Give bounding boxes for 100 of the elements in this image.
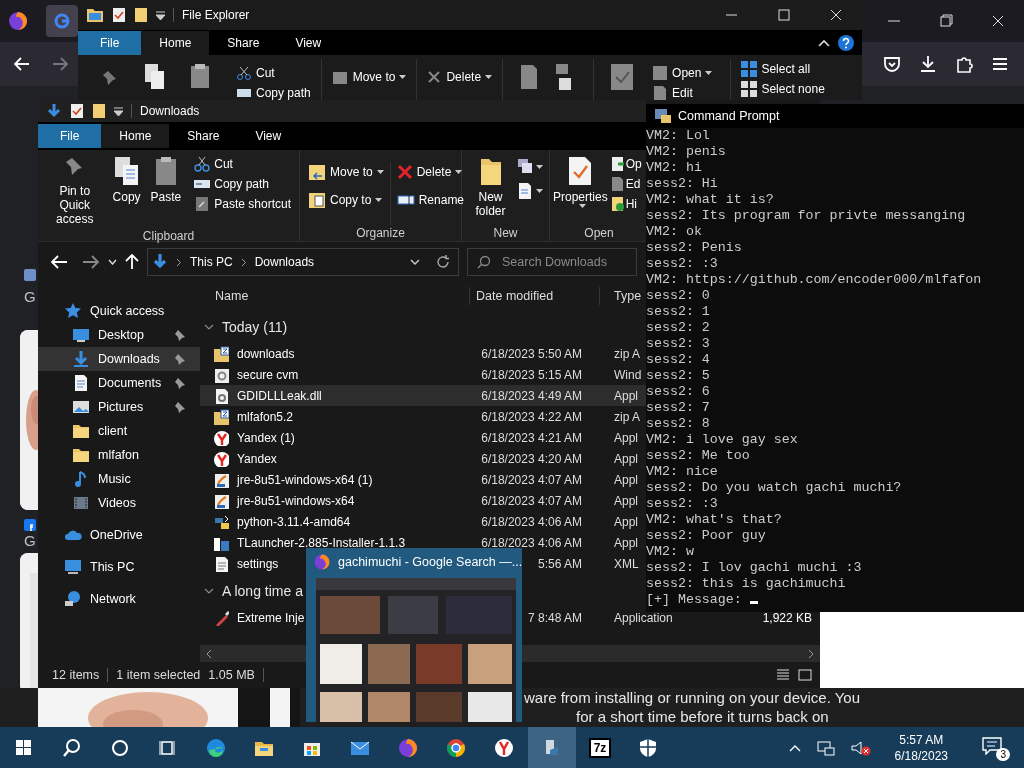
customize-icon[interactable] <box>156 10 165 20</box>
paste-icon[interactable] <box>190 63 210 89</box>
column-header[interactable]: Name <box>200 286 470 306</box>
nav-item[interactable]: Network <box>38 587 200 611</box>
ribbon-tab[interactable]: View <box>237 124 300 148</box>
ribbon-tab[interactable]: Share <box>169 124 238 148</box>
nav-item[interactable]: Documents <box>38 371 200 395</box>
select-all-button[interactable]: Select all <box>739 59 827 79</box>
easy-access-icon[interactable] <box>517 182 543 200</box>
column-header[interactable]: Type <box>600 286 646 306</box>
clock[interactable]: 5:57 AM 6/18/2023 <box>894 731 948 764</box>
nav-item[interactable]: Music <box>38 467 200 491</box>
copy-path-button[interactable]: Copy path <box>234 83 313 100</box>
volume-icon[interactable] <box>850 739 871 756</box>
nav-item[interactable]: Downloads <box>38 347 200 371</box>
history-button[interactable]: Hi <box>608 194 644 214</box>
delete-button[interactable]: Delete <box>394 162 467 182</box>
edit-button[interactable]: Edit <box>650 83 715 100</box>
properties-icon[interactable] <box>112 7 126 23</box>
rename-button[interactable]: Rename <box>394 190 467 210</box>
file-row[interactable]: Yandex (1) 6/18/2023 4:21 AM Appl <box>200 427 646 448</box>
file-tab[interactable]: File <box>38 124 102 148</box>
pocket-icon[interactable] <box>882 54 902 74</box>
firefox-icon[interactable] <box>8 11 28 31</box>
move-to-button[interactable]: Move to <box>329 67 409 87</box>
delete-button[interactable]: Delete <box>425 67 495 87</box>
ribbon-tab[interactable]: Home <box>101 124 170 148</box>
column-header[interactable]: Date modified <box>470 286 600 306</box>
file-row[interactable]: Yandex 6/18/2023 4:20 AM Appl <box>200 448 646 469</box>
folder-icon[interactable] <box>86 7 104 23</box>
search-icon <box>477 255 491 269</box>
file-row[interactable]: jre-8u51-windows-x64 6/18/2023 4:07 AM Appl <box>200 490 646 511</box>
new-folder-button[interactable]: New folder <box>468 154 513 225</box>
nav-item[interactable]: mlfafon <box>38 443 200 467</box>
extensions-icon[interactable] <box>954 54 974 74</box>
recent-locations-icon[interactable] <box>108 259 117 265</box>
open-button[interactable]: Op <box>608 154 644 174</box>
file-row[interactable]: secure cvm 6/18/2023 5:15 AM Wind <box>200 364 646 385</box>
open-button[interactable]: Open <box>650 63 715 83</box>
properties-icon[interactable] <box>70 103 84 119</box>
ribbon-tab[interactable]: Share <box>209 30 278 55</box>
help-icon[interactable] <box>838 34 854 51</box>
search-field[interactable]: Search Downloads <box>467 248 637 276</box>
chevron-icon <box>176 257 182 267</box>
network-icon[interactable] <box>816 739 835 756</box>
browser-tab[interactable] <box>46 5 78 37</box>
cut-button[interactable]: Cut <box>234 63 313 83</box>
download-icon[interactable] <box>918 54 938 74</box>
file-row[interactable]: downloads 6/18/2023 5:50 AM zip A <box>200 343 646 364</box>
date-cell: 6/18/2023 5:15 AM <box>481 367 582 382</box>
properties-button[interactable]: Properties <box>552 154 609 225</box>
nav-item[interactable]: Videos <box>38 491 200 515</box>
address-bar[interactable]: This PC Downloads <box>147 248 459 276</box>
result-title[interactable]: G <box>24 532 36 549</box>
nav-item[interactable]: Quick access <box>38 299 200 323</box>
back-icon[interactable] <box>50 254 68 270</box>
breadcrumb[interactable]: Downloads <box>254 253 315 271</box>
copy-path-button[interactable]: Copy path <box>192 174 293 194</box>
file-row[interactable]: GDIDLLLeak.dll 6/18/2023 4:49 AM Appl <box>200 385 646 406</box>
forward-icon[interactable] <box>82 254 100 270</box>
copy-icon[interactable] <box>144 63 166 91</box>
collapse-ribbon-icon[interactable] <box>818 38 830 47</box>
ribbon-tab[interactable]: Home <box>141 30 210 55</box>
cut-button[interactable]: Cut <box>192 154 293 174</box>
up-icon[interactable] <box>125 254 139 270</box>
result-title[interactable]: G <box>24 288 36 305</box>
dropdown-icon[interactable] <box>410 259 420 265</box>
console-line: sess2: I lov gachi muchi :3 <box>646 560 862 576</box>
new-item-icon[interactable] <box>517 158 543 174</box>
file-row[interactable]: mlfafon5.2 6/18/2023 4:22 AM zip A <box>200 406 646 427</box>
paste-button[interactable]: Paste <box>147 154 185 206</box>
sevenzip-button[interactable]: 7z <box>576 727 624 768</box>
nav-item[interactable]: Desktop <box>38 323 200 347</box>
notifications-button[interactable]: 3 <box>980 734 1010 761</box>
folder-icon[interactable] <box>134 7 148 23</box>
refresh-icon[interactable] <box>436 255 450 269</box>
chevron-up-icon[interactable] <box>788 743 801 752</box>
edit-button[interactable]: Ed <box>608 174 644 194</box>
copy-to-button[interactable]: Copy to <box>306 190 386 210</box>
nav-item[interactable]: Pictures <box>38 395 200 419</box>
folder-icon[interactable] <box>92 103 106 119</box>
breadcrumb[interactable]: This PC <box>190 253 233 271</box>
nav-item[interactable]: This PC <box>38 555 200 579</box>
pin-button[interactable]: Pin to Quick access <box>44 154 106 228</box>
file-tab[interactable]: File <box>78 30 142 55</box>
large-icons-view-icon[interactable] <box>798 668 812 682</box>
copy-button[interactable]: Copy <box>109 154 144 206</box>
nav-item[interactable]: OneDrive <box>38 523 200 547</box>
console-line: VM2: what's that? <box>646 512 782 528</box>
details-view-icon[interactable] <box>776 668 790 682</box>
move-to-button[interactable]: Move to <box>306 162 386 182</box>
select-none-button[interactable]: Select none <box>739 79 827 99</box>
file-row[interactable]: jre-8u51-windows-x64 (1) 6/18/2023 4:07 AM Appl <box>200 469 646 490</box>
paste-shortcut-button[interactable]: Paste shortcut <box>192 194 293 214</box>
file-row[interactable]: python-3.11.4-amd64 6/18/2023 4:06 AM Appl <box>200 511 646 532</box>
ribbon-tab[interactable]: View <box>277 30 340 55</box>
taskbar-preview-tooltip[interactable]: gachimuchi - Google Search —... <box>306 548 522 722</box>
customize-icon[interactable] <box>114 106 123 116</box>
group-header[interactable]: Today (11) <box>200 316 646 338</box>
nav-item[interactable]: client <box>38 419 200 443</box>
